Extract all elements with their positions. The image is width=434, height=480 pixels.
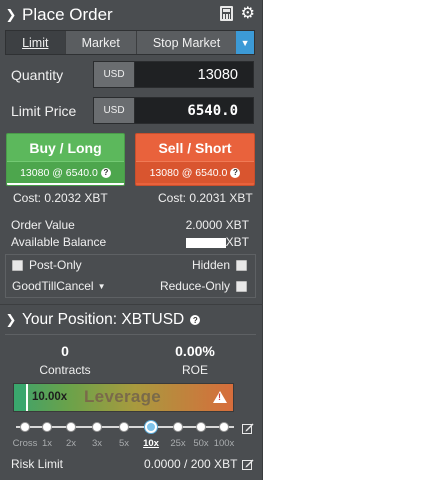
available-balance-unit: XBT bbox=[225, 235, 249, 249]
leverage-step-label[interactable]: 100x bbox=[214, 438, 235, 449]
tab-limit[interactable]: Limit bbox=[6, 31, 66, 54]
leverage-step-label[interactable]: 3x bbox=[92, 438, 102, 449]
leverage-step-10x[interactable] bbox=[145, 421, 157, 433]
roe-value: 0.00% bbox=[175, 343, 215, 359]
leverage-slider[interactable] bbox=[16, 421, 234, 433]
order-options: Post-Only Hidden GoodTillCancel ▼ Reduce… bbox=[5, 254, 256, 298]
chevron-down-icon: ▼ bbox=[97, 281, 106, 291]
sell-short-button[interactable]: Sell / Short 13080 @ 6540.0 ? bbox=[135, 133, 255, 186]
checkbox-icon[interactable] bbox=[236, 280, 247, 292]
order-value: 2.0000 XBT bbox=[185, 218, 249, 232]
leverage-step-1x[interactable] bbox=[42, 422, 52, 432]
leverage-step-label[interactable]: 2x bbox=[66, 438, 76, 449]
checkbox-icon[interactable] bbox=[12, 259, 23, 271]
quantity-input[interactable]: 13080 bbox=[135, 62, 253, 87]
buy-detail: 13080 @ 6540.0 ? bbox=[7, 161, 124, 183]
gear-icon[interactable]: ⚙ bbox=[241, 6, 255, 22]
leverage-label: Leverage bbox=[84, 387, 162, 406]
sell-label: Sell / Short bbox=[158, 139, 232, 156]
help-icon[interactable]: ? bbox=[230, 167, 241, 178]
order-type-dropdown[interactable]: ▼ bbox=[236, 31, 254, 54]
reduce-only-option[interactable]: Reduce-Only bbox=[160, 279, 247, 293]
limit-price-input[interactable]: 6540.0 bbox=[135, 98, 253, 123]
sell-detail: 13080 @ 6540.0 ? bbox=[136, 161, 254, 183]
position-stats: 0 Contracts 0.00% ROE bbox=[5, 334, 256, 379]
help-icon[interactable]: ? bbox=[100, 167, 111, 178]
chevron-down-icon[interactable]: ❯ bbox=[0, 312, 22, 328]
quantity-field: USD 13080 bbox=[93, 61, 254, 88]
buy-label: Buy / Long bbox=[29, 139, 102, 156]
position-header[interactable]: ❯ Your Position: XBTUSD ? bbox=[0, 307, 263, 333]
sell-cost: Cost: 0.2031 XBT bbox=[158, 191, 253, 205]
calculator-icon[interactable] bbox=[219, 6, 233, 21]
order-type-tabs: Limit Market Stop Market ▼ bbox=[5, 30, 255, 55]
leverage-step-50x[interactable] bbox=[196, 422, 206, 432]
leverage-steps: Cross 1x 2x 3x 5x 10x 25x 50x 100x bbox=[0, 438, 263, 450]
leverage-step-label[interactable]: 10x bbox=[143, 438, 159, 449]
reduce-only-label: Reduce-Only bbox=[159, 279, 230, 293]
order-value-label: Order Value bbox=[11, 218, 75, 232]
help-icon[interactable]: ? bbox=[190, 315, 201, 325]
buy-detail-text: 13080 @ 6540.0 bbox=[20, 166, 98, 179]
edit-icon[interactable] bbox=[242, 422, 254, 434]
roe-stat: 0.00% ROE bbox=[163, 343, 227, 377]
place-order-header[interactable]: ❯ Place Order ⚙ bbox=[0, 0, 263, 30]
leverage-step-label[interactable]: 50x bbox=[193, 438, 208, 449]
quantity-currency: USD bbox=[94, 62, 135, 87]
post-only-label: Post-Only bbox=[29, 258, 82, 272]
leverage-step-5x[interactable] bbox=[119, 422, 129, 432]
leverage-step-label[interactable]: 1x bbox=[42, 438, 52, 449]
leverage-step-25x[interactable] bbox=[173, 422, 183, 432]
leverage-bar[interactable]: 10.00x Leverage bbox=[13, 383, 234, 412]
chevron-down-icon[interactable]: ❯ bbox=[0, 7, 22, 23]
available-balance: XBT bbox=[185, 235, 249, 249]
leverage-value: 10.00x bbox=[32, 391, 68, 403]
post-only-option[interactable]: Post-Only bbox=[12, 258, 82, 272]
leverage-step-label[interactable]: 5x bbox=[119, 438, 129, 449]
leverage-step-2x[interactable] bbox=[66, 422, 76, 432]
leverage-fill bbox=[14, 384, 28, 411]
limit-price-label: Limit Price bbox=[11, 103, 77, 119]
redacted-balance bbox=[185, 237, 226, 248]
contracts-value: 0 bbox=[61, 343, 69, 359]
section-divider bbox=[0, 304, 263, 305]
limit-price-currency: USD bbox=[94, 98, 135, 123]
leverage-step-label[interactable]: 25x bbox=[170, 438, 185, 449]
chevron-down-icon: ▼ bbox=[240, 37, 250, 48]
risk-limit-value: 0.0000 / 200 XBT bbox=[144, 457, 238, 471]
leverage-step-label[interactable]: Cross bbox=[13, 438, 38, 449]
available-balance-label: Available Balance bbox=[11, 235, 107, 249]
time-in-force-value: GoodTillCancel bbox=[12, 279, 94, 293]
checkbox-icon[interactable] bbox=[236, 259, 247, 271]
roe-label: ROE bbox=[181, 363, 208, 377]
buy-long-button[interactable]: Buy / Long 13080 @ 6540.0 ? bbox=[6, 133, 125, 186]
hidden-label: Hidden bbox=[191, 258, 230, 272]
tab-market[interactable]: Market bbox=[66, 31, 137, 54]
limit-price-field: USD 6540.0 bbox=[93, 97, 254, 124]
position-title: Your Position: XBTUSD bbox=[22, 311, 185, 328]
buy-cost: Cost: 0.2032 XBT bbox=[13, 191, 108, 205]
order-panel: ❯ Place Order ⚙ Limit Market Stop Market… bbox=[0, 0, 263, 480]
quantity-label: Quantity bbox=[11, 67, 64, 83]
buy-underline bbox=[7, 183, 124, 185]
sell-detail-text: 13080 @ 6540.0 bbox=[149, 166, 228, 179]
time-in-force-select[interactable]: GoodTillCancel ▼ bbox=[12, 279, 106, 293]
contracts-label: Contracts bbox=[39, 363, 91, 377]
leverage-step-3x[interactable] bbox=[92, 422, 102, 432]
risk-limit-label: Risk Limit bbox=[11, 457, 64, 471]
panel-title: Place Order bbox=[22, 5, 113, 24]
tab-stop-market[interactable]: Stop Market bbox=[137, 31, 236, 54]
hidden-option[interactable]: Hidden bbox=[192, 258, 247, 272]
edit-icon[interactable] bbox=[242, 458, 254, 470]
leverage-step-100x[interactable] bbox=[219, 422, 229, 432]
warning-icon bbox=[213, 391, 227, 403]
contracts-stat: 0 Contracts bbox=[33, 343, 97, 377]
header-tools: ⚙ bbox=[219, 6, 255, 22]
leverage-step-cross[interactable] bbox=[20, 422, 30, 432]
